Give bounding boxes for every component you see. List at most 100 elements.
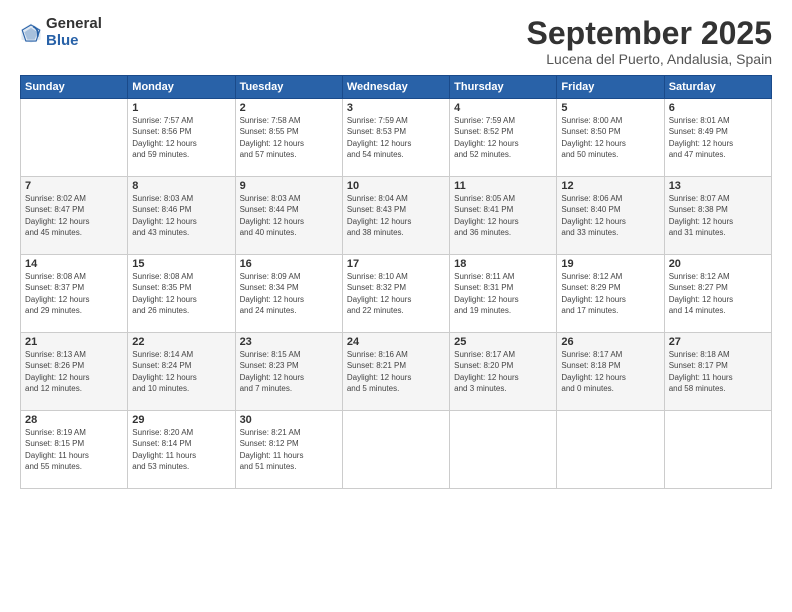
calendar-week-row: 1Sunrise: 7:57 AM Sunset: 8:56 PM Daylig… (21, 99, 772, 177)
day-number: 19 (561, 258, 659, 270)
day-detail: Sunrise: 8:20 AM Sunset: 8:14 PM Dayligh… (132, 427, 230, 472)
day-number: 30 (240, 414, 338, 426)
table-row: 20Sunrise: 8:12 AM Sunset: 8:27 PM Dayli… (664, 255, 771, 333)
table-row: 18Sunrise: 8:11 AM Sunset: 8:31 PM Dayli… (450, 255, 557, 333)
day-number: 28 (25, 414, 123, 426)
day-detail: Sunrise: 8:04 AM Sunset: 8:43 PM Dayligh… (347, 193, 445, 238)
calendar-subtitle: Lucena del Puerto, Andalusia, Spain (527, 51, 772, 67)
table-row: 16Sunrise: 8:09 AM Sunset: 8:34 PM Dayli… (235, 255, 342, 333)
weekday-header-row: Sunday Monday Tuesday Wednesday Thursday… (21, 76, 772, 99)
day-number: 15 (132, 258, 230, 270)
table-row: 19Sunrise: 8:12 AM Sunset: 8:29 PM Dayli… (557, 255, 664, 333)
day-detail: Sunrise: 7:59 AM Sunset: 8:52 PM Dayligh… (454, 115, 552, 160)
day-number: 17 (347, 258, 445, 270)
calendar-title: September 2025 (527, 16, 772, 51)
calendar-body: 1Sunrise: 7:57 AM Sunset: 8:56 PM Daylig… (21, 99, 772, 489)
table-row (21, 99, 128, 177)
day-number: 29 (132, 414, 230, 426)
table-row: 25Sunrise: 8:17 AM Sunset: 8:20 PM Dayli… (450, 333, 557, 411)
day-number: 25 (454, 336, 552, 348)
day-detail: Sunrise: 8:12 AM Sunset: 8:29 PM Dayligh… (561, 271, 659, 316)
table-row: 12Sunrise: 8:06 AM Sunset: 8:40 PM Dayli… (557, 177, 664, 255)
day-number: 9 (240, 180, 338, 192)
day-detail: Sunrise: 8:19 AM Sunset: 8:15 PM Dayligh… (25, 427, 123, 472)
day-detail: Sunrise: 8:14 AM Sunset: 8:24 PM Dayligh… (132, 349, 230, 394)
table-row: 28Sunrise: 8:19 AM Sunset: 8:15 PM Dayli… (21, 411, 128, 489)
calendar-week-row: 21Sunrise: 8:13 AM Sunset: 8:26 PM Dayli… (21, 333, 772, 411)
day-detail: Sunrise: 8:01 AM Sunset: 8:49 PM Dayligh… (669, 115, 767, 160)
calendar-week-row: 28Sunrise: 8:19 AM Sunset: 8:15 PM Dayli… (21, 411, 772, 489)
logo-icon (20, 22, 42, 44)
day-detail: Sunrise: 8:09 AM Sunset: 8:34 PM Dayligh… (240, 271, 338, 316)
table-row (557, 411, 664, 489)
day-detail: Sunrise: 8:16 AM Sunset: 8:21 PM Dayligh… (347, 349, 445, 394)
header-wednesday: Wednesday (342, 76, 449, 99)
day-number: 26 (561, 336, 659, 348)
day-number: 2 (240, 102, 338, 114)
table-row: 6Sunrise: 8:01 AM Sunset: 8:49 PM Daylig… (664, 99, 771, 177)
day-number: 20 (669, 258, 767, 270)
table-row: 5Sunrise: 8:00 AM Sunset: 8:50 PM Daylig… (557, 99, 664, 177)
table-row: 11Sunrise: 8:05 AM Sunset: 8:41 PM Dayli… (450, 177, 557, 255)
table-row: 1Sunrise: 7:57 AM Sunset: 8:56 PM Daylig… (128, 99, 235, 177)
table-row: 2Sunrise: 7:58 AM Sunset: 8:55 PM Daylig… (235, 99, 342, 177)
day-detail: Sunrise: 7:59 AM Sunset: 8:53 PM Dayligh… (347, 115, 445, 160)
day-detail: Sunrise: 8:07 AM Sunset: 8:38 PM Dayligh… (669, 193, 767, 238)
day-detail: Sunrise: 8:05 AM Sunset: 8:41 PM Dayligh… (454, 193, 552, 238)
day-number: 7 (25, 180, 123, 192)
day-number: 14 (25, 258, 123, 270)
logo-general-label: General (46, 16, 102, 33)
day-number: 8 (132, 180, 230, 192)
header: General Blue September 2025 Lucena del P… (20, 16, 772, 67)
day-number: 21 (25, 336, 123, 348)
header-monday: Monday (128, 76, 235, 99)
header-sunday: Sunday (21, 76, 128, 99)
day-number: 10 (347, 180, 445, 192)
header-thursday: Thursday (450, 76, 557, 99)
day-number: 13 (669, 180, 767, 192)
day-number: 1 (132, 102, 230, 114)
table-row (342, 411, 449, 489)
table-row: 7Sunrise: 8:02 AM Sunset: 8:47 PM Daylig… (21, 177, 128, 255)
table-row: 26Sunrise: 8:17 AM Sunset: 8:18 PM Dayli… (557, 333, 664, 411)
table-row (664, 411, 771, 489)
logo: General Blue (20, 16, 102, 49)
table-row: 29Sunrise: 8:20 AM Sunset: 8:14 PM Dayli… (128, 411, 235, 489)
day-number: 5 (561, 102, 659, 114)
day-detail: Sunrise: 8:08 AM Sunset: 8:35 PM Dayligh… (132, 271, 230, 316)
day-detail: Sunrise: 8:11 AM Sunset: 8:31 PM Dayligh… (454, 271, 552, 316)
day-number: 12 (561, 180, 659, 192)
title-block: September 2025 Lucena del Puerto, Andalu… (527, 16, 772, 67)
day-number: 23 (240, 336, 338, 348)
day-number: 27 (669, 336, 767, 348)
day-detail: Sunrise: 8:03 AM Sunset: 8:44 PM Dayligh… (240, 193, 338, 238)
table-row: 30Sunrise: 8:21 AM Sunset: 8:12 PM Dayli… (235, 411, 342, 489)
table-row: 24Sunrise: 8:16 AM Sunset: 8:21 PM Dayli… (342, 333, 449, 411)
table-row: 13Sunrise: 8:07 AM Sunset: 8:38 PM Dayli… (664, 177, 771, 255)
table-row: 22Sunrise: 8:14 AM Sunset: 8:24 PM Dayli… (128, 333, 235, 411)
day-detail: Sunrise: 8:02 AM Sunset: 8:47 PM Dayligh… (25, 193, 123, 238)
day-detail: Sunrise: 8:18 AM Sunset: 8:17 PM Dayligh… (669, 349, 767, 394)
day-number: 24 (347, 336, 445, 348)
table-row: 15Sunrise: 8:08 AM Sunset: 8:35 PM Dayli… (128, 255, 235, 333)
day-detail: Sunrise: 8:06 AM Sunset: 8:40 PM Dayligh… (561, 193, 659, 238)
day-detail: Sunrise: 8:21 AM Sunset: 8:12 PM Dayligh… (240, 427, 338, 472)
table-row: 4Sunrise: 7:59 AM Sunset: 8:52 PM Daylig… (450, 99, 557, 177)
header-friday: Friday (557, 76, 664, 99)
header-saturday: Saturday (664, 76, 771, 99)
day-number: 22 (132, 336, 230, 348)
day-detail: Sunrise: 8:10 AM Sunset: 8:32 PM Dayligh… (347, 271, 445, 316)
logo-text: General Blue (46, 16, 102, 49)
header-tuesday: Tuesday (235, 76, 342, 99)
table-row: 8Sunrise: 8:03 AM Sunset: 8:46 PM Daylig… (128, 177, 235, 255)
day-number: 11 (454, 180, 552, 192)
table-row: 9Sunrise: 8:03 AM Sunset: 8:44 PM Daylig… (235, 177, 342, 255)
table-row: 23Sunrise: 8:15 AM Sunset: 8:23 PM Dayli… (235, 333, 342, 411)
table-row: 3Sunrise: 7:59 AM Sunset: 8:53 PM Daylig… (342, 99, 449, 177)
day-number: 3 (347, 102, 445, 114)
table-row: 10Sunrise: 8:04 AM Sunset: 8:43 PM Dayli… (342, 177, 449, 255)
logo-blue-label: Blue (46, 33, 102, 50)
day-detail: Sunrise: 7:58 AM Sunset: 8:55 PM Dayligh… (240, 115, 338, 160)
table-row: 17Sunrise: 8:10 AM Sunset: 8:32 PM Dayli… (342, 255, 449, 333)
day-detail: Sunrise: 8:15 AM Sunset: 8:23 PM Dayligh… (240, 349, 338, 394)
